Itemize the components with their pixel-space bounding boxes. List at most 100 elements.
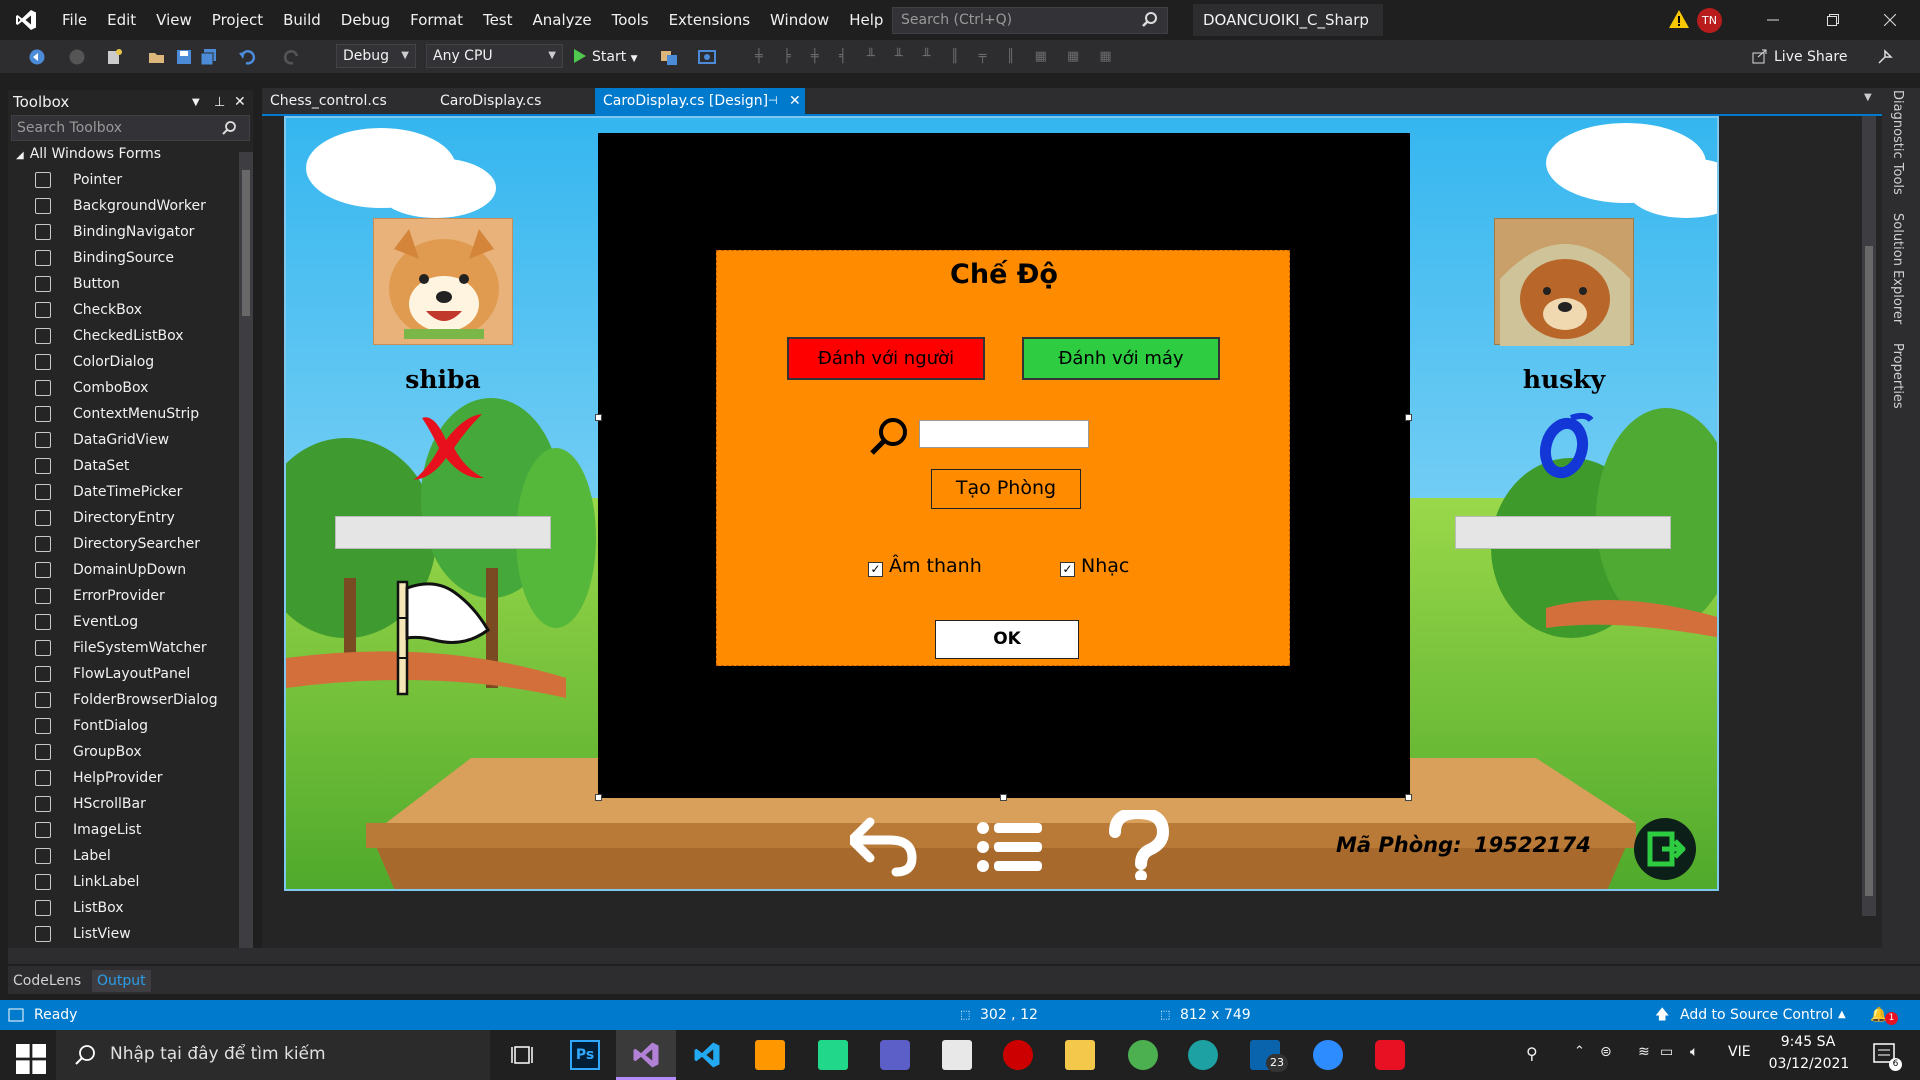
task-view-icon[interactable] (508, 1040, 538, 1070)
teams-icon[interactable] (880, 1040, 910, 1070)
toolbox-item[interactable]: DataSet (8, 453, 253, 479)
windows-start-icon[interactable] (16, 1044, 46, 1074)
garena-icon[interactable] (1003, 1040, 1033, 1070)
tab-overflow-icon[interactable]: ▼ (1864, 92, 1872, 103)
menu-extensions[interactable]: Extensions (659, 0, 760, 40)
people-icon[interactable]: ⚲ (1526, 1044, 1538, 1063)
music-checkbox[interactable]: ✓ Nhạc (1060, 555, 1129, 577)
diagnostic-tools-tab[interactable]: Diagnostic Tools (1890, 90, 1905, 195)
toolbox-item[interactable]: HScrollBar (8, 791, 253, 817)
menu-debug[interactable]: Debug (331, 0, 400, 40)
toolbox-item[interactable]: DirectoryEntry (8, 505, 253, 531)
resize-handle[interactable] (1000, 794, 1007, 801)
file-explorer-icon[interactable] (1065, 1040, 1095, 1070)
clock-time[interactable]: 9:45 SA (1776, 1034, 1840, 1050)
resize-handle[interactable] (1405, 794, 1412, 801)
toolbox-item[interactable]: Pointer (8, 167, 253, 193)
toolbox-item[interactable]: ListBox (8, 895, 253, 921)
dropdown-icon[interactable]: ▼ (192, 90, 200, 115)
resize-handle[interactable] (1405, 414, 1412, 421)
menu-analyze[interactable]: Analyze (523, 0, 602, 40)
browse-icon[interactable] (660, 48, 678, 66)
redo-icon[interactable] (283, 48, 301, 66)
toolbox-item[interactable]: FlowLayoutPanel (8, 661, 253, 687)
toolbox-item[interactable]: EventLog (8, 609, 253, 635)
menu-view[interactable]: View (146, 0, 202, 40)
scrollbar-thumb[interactable] (1865, 246, 1873, 896)
scrollbar-thumb[interactable] (242, 170, 250, 316)
toolbox-item[interactable]: BackgroundWorker (8, 193, 253, 219)
toolbox-item[interactable]: HelpProvider (8, 765, 253, 791)
feedback-icon[interactable] (1876, 48, 1894, 66)
toolbox-item[interactable]: ContextMenuStrip (8, 401, 253, 427)
solution-configuration-select[interactable]: Debug ▼ (336, 44, 416, 68)
save-icon[interactable] (175, 48, 193, 66)
toolbox-item[interactable]: ColorDialog (8, 349, 253, 375)
toolbox-item[interactable]: FontDialog (8, 713, 253, 739)
room-code-input[interactable] (919, 420, 1089, 448)
tab-output[interactable]: Output (92, 970, 151, 992)
solution-platform-select[interactable]: Any CPU ▼ (426, 44, 563, 68)
designer-vertical-scrollbar[interactable] (1862, 116, 1876, 916)
toolbox-item[interactable]: ErrorProvider (8, 583, 253, 609)
zoom-icon[interactable] (1313, 1040, 1343, 1070)
toolbox-item[interactable]: ImageList (8, 817, 253, 843)
menu-edit[interactable]: Edit (97, 0, 146, 40)
clock-date[interactable]: 03/12/2021 (1764, 1056, 1854, 1072)
tab-codelens[interactable]: CodeLens (8, 970, 86, 992)
live-share-button[interactable]: Live Share (1752, 45, 1847, 69)
toolbox-item[interactable]: CheckBox (8, 297, 253, 323)
add-to-source-control-button[interactable]: Add to Source Control (1680, 1000, 1833, 1030)
visual-studio-taskbar-button[interactable] (616, 1030, 676, 1080)
visual-studio-logo-icon[interactable] (0, 0, 52, 40)
quick-search-input[interactable]: Search (Ctrl+Q) (892, 7, 1168, 34)
toolbox-item[interactable]: CheckedListBox (8, 323, 253, 349)
close-tab-icon[interactable]: ✕ (789, 88, 801, 114)
user-avatar[interactable]: TN (1697, 8, 1722, 33)
forward-icon[interactable] (68, 48, 86, 66)
player2-name-textbox[interactable] (1455, 516, 1671, 549)
restore-button[interactable] (1805, 0, 1861, 40)
menu-test[interactable]: Test (473, 0, 523, 40)
snipping-tool-icon[interactable] (942, 1040, 972, 1070)
play-vs-computer-button[interactable]: Đánh với máy (1022, 337, 1220, 380)
toolbox-scrollbar[interactable] (239, 152, 253, 948)
toolbox-item[interactable]: ComboBox (8, 375, 253, 401)
pin-icon[interactable]: ⊣ (768, 88, 778, 114)
properties-tab[interactable]: Properties (1890, 343, 1905, 409)
menu-build[interactable]: Build (273, 0, 331, 40)
toolbox-item[interactable]: FolderBrowserDialog (8, 687, 253, 713)
tab-carodisplay-code[interactable]: CaroDisplay.cs (432, 88, 582, 114)
chevron-up-icon[interactable]: ⌃ (1574, 1044, 1585, 1059)
ok-button[interactable]: OK (935, 620, 1079, 659)
edge-icon[interactable] (1188, 1040, 1218, 1070)
screenshot-icon[interactable] (698, 48, 716, 66)
toolbox-item[interactable]: Button (8, 271, 253, 297)
surrender-flag-icon[interactable] (394, 578, 504, 698)
toolbox-item[interactable]: DirectorySearcher (8, 531, 253, 557)
sublime-text-icon[interactable] (755, 1040, 785, 1070)
warning-icon[interactable] (1668, 8, 1690, 30)
resize-handle[interactable] (595, 414, 602, 421)
sound-checkbox[interactable]: ✓ Âm thanh (868, 555, 982, 577)
pycharm-icon[interactable] (818, 1040, 848, 1070)
back-icon[interactable] (28, 48, 46, 66)
taskbar-search-box[interactable]: Nhập tại đây để tìm kiếm (56, 1030, 490, 1080)
toolbox-item[interactable]: BindingNavigator (8, 219, 253, 245)
minimize-button[interactable] (1745, 0, 1801, 40)
vscode-icon[interactable] (692, 1040, 722, 1070)
toolbox-group-header[interactable]: ◢ All Windows Forms (8, 141, 253, 167)
menu-format[interactable]: Format (400, 0, 473, 40)
network-icon[interactable]: ⊜ (1600, 1044, 1612, 1060)
volume-icon[interactable]: 🔈︎ (1690, 1044, 1698, 1060)
input-language[interactable]: VIE (1728, 1044, 1751, 1060)
menu-file[interactable]: File (52, 0, 97, 40)
toolbox-item[interactable]: FileSystemWatcher (8, 635, 253, 661)
menu-help[interactable]: Help (839, 0, 893, 40)
toolbox-item[interactable]: BindingSource (8, 245, 253, 271)
resize-handle[interactable] (595, 794, 602, 801)
toolbox-item[interactable]: LinkLabel (8, 869, 253, 895)
save-all-icon[interactable] (200, 48, 218, 66)
open-folder-icon[interactable] (148, 48, 166, 66)
toolbox-item[interactable]: DomainUpDown (8, 557, 253, 583)
